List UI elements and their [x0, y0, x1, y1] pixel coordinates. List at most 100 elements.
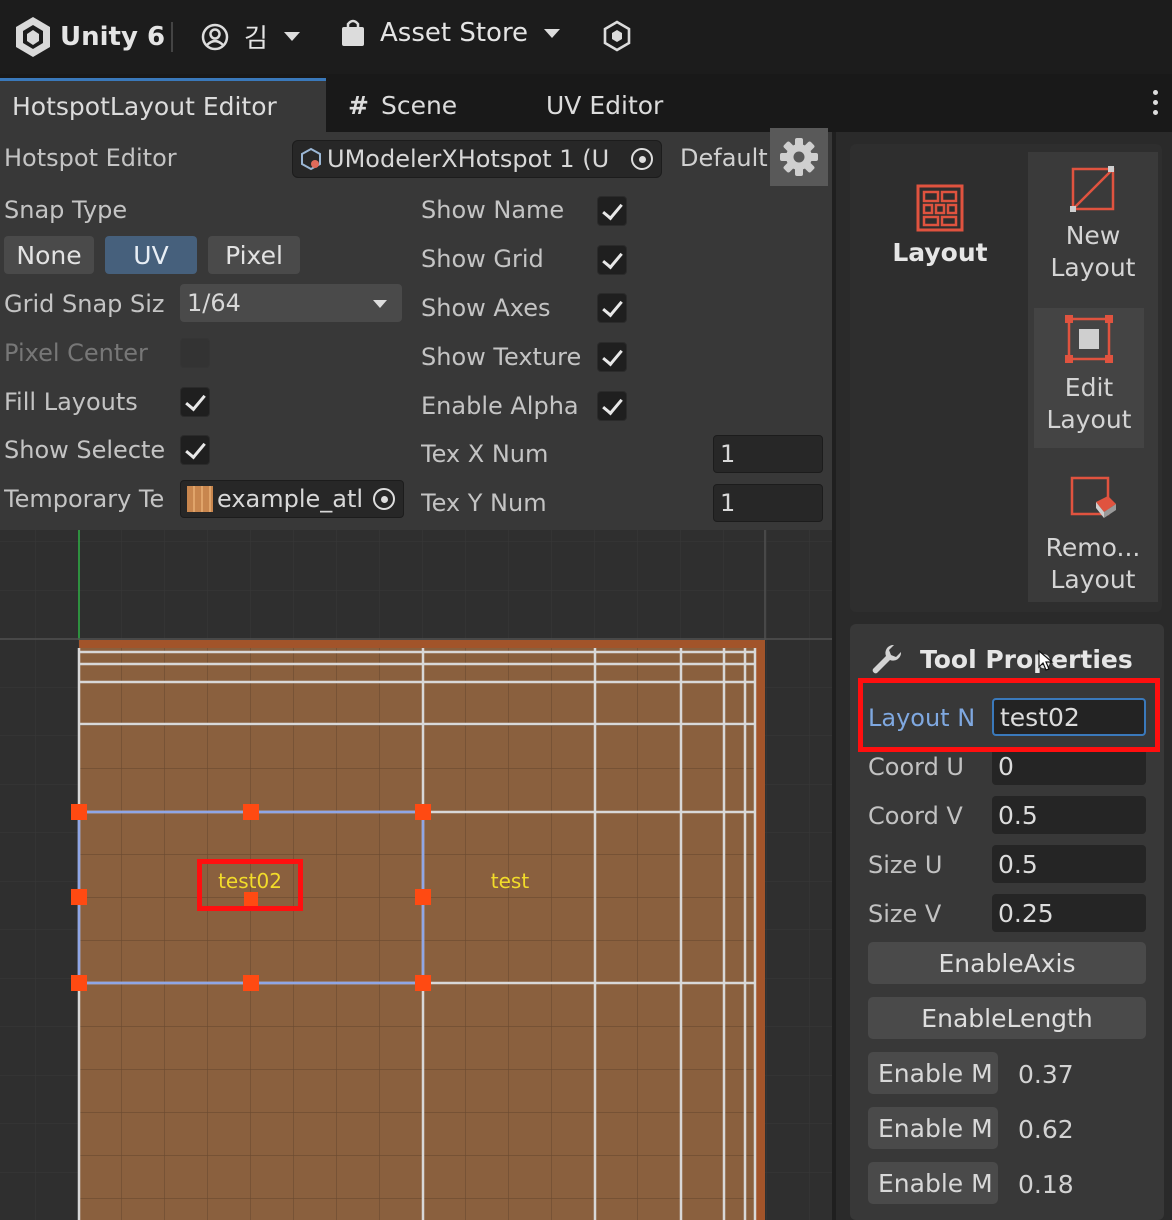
enable-length-button[interactable]: EnableLength — [868, 997, 1146, 1039]
grid-snap-size-dropdown[interactable]: 1/64 — [180, 284, 402, 322]
remove-layout-label-2: Layout — [1050, 565, 1136, 594]
tex-y-num-field[interactable]: 1 — [713, 484, 823, 522]
layout-tools-overlay: Layout New Layout Edit Layout Remo... La… — [850, 144, 1162, 612]
snap-pixel-button[interactable]: Pixel — [208, 236, 300, 274]
show-name-checkbox[interactable] — [597, 196, 627, 226]
more-options-icon[interactable] — [1153, 90, 1158, 115]
fill-layouts-label: Fill Layouts — [4, 388, 138, 416]
remove-layout-label-1: Remo... — [1045, 533, 1141, 562]
settings-button[interactable] — [770, 128, 828, 186]
dropdown-arrow-icon — [373, 300, 387, 308]
show-texture-label: Show Texture — [421, 343, 582, 371]
coord-u-input[interactable]: 0 — [992, 747, 1146, 785]
layout-tool-button[interactable]: Layout — [880, 184, 1000, 267]
enable-margin-button-2[interactable]: Enable M — [868, 1107, 998, 1149]
hotspot-asset-field[interactable]: UModelerXHotspot 1 (U — [292, 140, 662, 178]
layout-label-test[interactable]: test — [465, 869, 555, 893]
layout-tool-column: New Layout Edit Layout Remo... Layout — [1028, 152, 1158, 602]
pixel-center-checkbox[interactable] — [180, 338, 210, 368]
tool-properties-title: Tool Properties — [920, 644, 1133, 674]
coord-v-input[interactable]: 0.5 — [992, 796, 1146, 834]
default-preset-label: Default — [680, 144, 768, 172]
tool-properties-panel: Tool Properties Layout N test02 Coord U … — [850, 624, 1164, 1220]
account-name: 김 — [244, 24, 268, 54]
layout-grid-icon — [916, 184, 964, 232]
show-selected-checkbox[interactable] — [180, 435, 210, 465]
shopping-bag-icon — [342, 19, 364, 46]
snap-none-button[interactable]: None — [4, 236, 94, 274]
show-grid-checkbox[interactable] — [597, 245, 627, 275]
tools-panel: Layout New Layout Edit Layout Remo... La… — [836, 132, 1172, 1220]
new-layout-button[interactable]: New Layout — [1028, 166, 1158, 284]
show-name-label: Show Name — [421, 196, 565, 224]
tab-label: HotspotLayout Editor — [12, 92, 277, 121]
tex-x-num-field[interactable]: 1 — [713, 435, 823, 473]
show-axes-checkbox[interactable] — [597, 293, 627, 323]
unity-logo-icon — [16, 17, 50, 57]
layout-tool-label: Layout — [892, 238, 988, 267]
enable-margin-button-1[interactable]: Enable M — [868, 1052, 998, 1094]
app-title: Unity 6 — [60, 22, 166, 52]
hexagon-badge-icon — [603, 20, 631, 52]
pixel-center-label: Pixel Center — [4, 339, 148, 367]
remove-layout-icon — [1070, 476, 1116, 518]
tex-y-num-label: Tex Y Num — [421, 489, 547, 517]
object-picker-icon[interactable] — [373, 488, 395, 510]
enable-alpha-label: Enable Alpha — [421, 392, 579, 420]
tool-properties-header: Tool Properties — [870, 642, 1133, 676]
size-v-input[interactable]: 0.25 — [992, 894, 1146, 932]
asset-store-label: Asset Store — [380, 18, 529, 48]
mouse-cursor-icon — [1038, 650, 1054, 671]
coord-v-label: Coord V — [868, 802, 963, 830]
new-layout-label-2: Layout — [1050, 253, 1136, 282]
fill-layouts-checkbox[interactable] — [180, 387, 210, 417]
toolbar-divider — [171, 22, 173, 52]
snap-type-label: Snap Type — [4, 196, 128, 224]
tab-uv-editor[interactable]: UV Editor — [534, 78, 694, 132]
enable-axis-button[interactable]: EnableAxis — [868, 942, 1146, 984]
hotspot-asset-name: UModelerXHotspot 1 (U — [327, 145, 610, 173]
size-u-label: Size U — [868, 851, 943, 879]
layout-canvas[interactable]: test02 test — [0, 530, 832, 1220]
remove-layout-button[interactable]: Remo... Layout — [1028, 474, 1158, 596]
account-dropdown[interactable]: 김 — [200, 18, 300, 55]
highlight-box — [858, 678, 1160, 752]
show-grid-label: Show Grid — [421, 245, 544, 273]
temporary-texture-value: example_atl — [217, 485, 364, 513]
top-toolbar: Unity 6 김 Asset Store — [0, 0, 1172, 74]
show-texture-checkbox[interactable] — [597, 342, 627, 372]
tex-x-num-label: Tex X Num — [421, 440, 549, 468]
tab-label: UV Editor — [546, 90, 664, 120]
tab-scene[interactable]: # Scene — [336, 78, 496, 132]
enable-margin-value-1: 0.37 — [1018, 1060, 1074, 1089]
snap-uv-button[interactable]: UV — [105, 236, 197, 274]
coord-u-label: Coord U — [868, 753, 964, 781]
asset-store-dropdown[interactable]: Asset Store — [340, 18, 561, 48]
unity-menu[interactable]: Unity 6 — [14, 16, 165, 58]
tab-hotspot-layout-editor[interactable]: HotspotLayout Editor — [0, 78, 326, 132]
grid-snap-size-label: Grid Snap Siz — [4, 290, 165, 318]
highlight-box — [197, 859, 303, 911]
edit-layout-button[interactable]: Edit Layout — [1034, 308, 1144, 448]
texture-thumbnail-icon — [187, 486, 213, 512]
layout-canvas-drawing — [0, 530, 832, 1220]
show-axes-label: Show Axes — [421, 294, 551, 322]
chevron-down-icon — [544, 28, 561, 38]
chevron-down-icon — [283, 32, 300, 41]
enable-margin-button-3[interactable]: Enable M — [868, 1162, 998, 1204]
hash-icon: # — [348, 90, 369, 120]
editor-title: Hotspot Editor — [4, 144, 177, 172]
edit-layout-label-1: Edit — [1064, 373, 1114, 402]
temporary-texture-field[interactable]: example_atl — [180, 480, 404, 518]
edit-layout-label-2: Layout — [1046, 405, 1132, 434]
enable-alpha-checkbox[interactable] — [597, 391, 627, 421]
size-u-input[interactable]: 0.5 — [992, 845, 1146, 883]
unity-ai-button[interactable] — [602, 20, 632, 52]
enable-margin-value-3: 0.18 — [1018, 1170, 1074, 1199]
account-icon — [201, 23, 229, 50]
asset-cube-icon — [301, 147, 321, 171]
edit-layout-icon — [1065, 315, 1113, 363]
gear-icon — [780, 138, 818, 176]
new-layout-label-1: New — [1065, 221, 1121, 250]
object-picker-icon[interactable] — [631, 148, 653, 170]
